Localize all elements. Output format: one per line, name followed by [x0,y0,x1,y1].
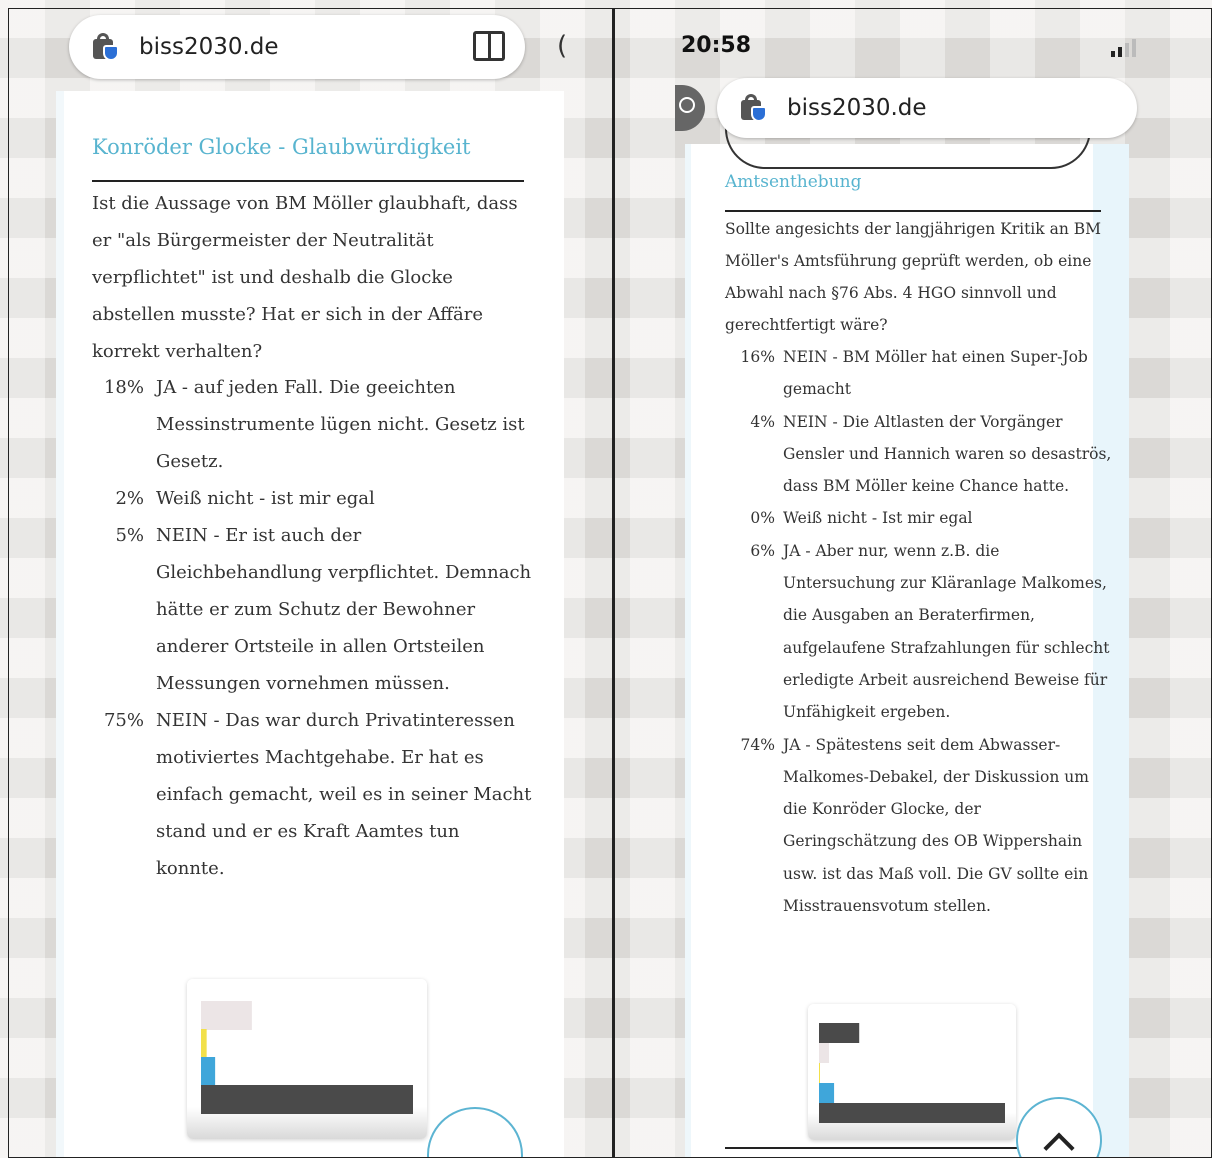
tab-switch-icon[interactable] [675,85,705,131]
results-chart-svg [201,1001,413,1114]
poll-option: 16% NEIN - BM Möller hat einen Super-Job… [725,341,1115,406]
poll-question: Ist die Aussage von BM Möller glaubhaft,… [92,193,518,362]
option-text: NEIN - Er ist auch der Gleichbehandlung … [156,525,532,694]
poll-option: 6% JA - Aber nur, wenn z.B. die Untersuc… [725,535,1115,729]
option-percent: 75% [103,710,144,731]
poll-title: Konröder Glocke - Glaubwürdigkeit [92,135,471,159]
poll-option: 2% Weiß nicht - ist mir egal [92,480,532,517]
menu-icon[interactable]: ( [557,31,567,61]
chart-bar [819,1083,835,1103]
site-lock-icon [93,33,119,61]
signal-icon [1111,39,1136,57]
results-chart-svg [819,1023,1005,1123]
chart-bar [201,1029,207,1058]
poll-option: 74% JA - Spätestens seit dem Abwasser-Ma… [725,729,1115,923]
option-text: Weiß nicht - Ist mir egal [783,509,973,528]
right-screenshot: 20:58 biss2030.de Amtsenthebung Sollte a… [613,8,1212,1158]
divider [725,210,1101,212]
chart-bar [819,1043,830,1063]
poll-results: 18% JA - auf jeden Fall. Die geeichten M… [92,369,532,887]
option-text: Weiß nicht - ist mir egal [156,488,375,509]
option-percent: 2% [115,488,144,509]
url-text: biss2030.de [787,95,927,121]
poll-option: 5% NEIN - Er ist auch der Gleichbehandlu… [92,517,532,702]
results-chart [808,1004,1016,1140]
chart-bar [201,1057,216,1086]
option-percent: 0% [750,509,775,528]
left-screenshot: biss2030.de ( Konröder Glocke - Glaubwür… [8,8,613,1158]
poll-option: 18% JA - auf jeden Fall. Die geeichten M… [92,369,532,480]
divider [725,1147,1017,1149]
chart-bar [819,1063,820,1083]
reader-mode-icon[interactable] [473,31,505,61]
address-bar[interactable]: biss2030.de [69,15,525,79]
poll-results: 16% NEIN - BM Möller hat einen Super-Job… [725,341,1115,922]
option-text: JA - Aber nur, wenn z.B. die Untersuchun… [783,541,1110,722]
chart-bar [819,1103,1005,1123]
url-text: biss2030.de [139,34,279,60]
site-lock-icon [741,94,767,122]
option-percent: 16% [740,348,775,366]
poll-option: 0% Weiß nicht - Ist mir egal [725,502,1115,534]
option-text: NEIN - Die Altlasten der Vorgänger Gensl… [783,412,1112,496]
option-text: NEIN - Das war durch Privatinteressen mo… [156,710,532,879]
option-percent: 6% [750,541,775,560]
chart-bar [819,1023,860,1043]
results-chart [187,979,427,1139]
poll-question: Sollte angesichts der langjährigen Kriti… [725,220,1101,334]
poll-option: 4% NEIN - Die Altlasten der Vorgänger Ge… [725,406,1115,503]
address-bar[interactable]: biss2030.de [717,78,1137,138]
chart-bar [201,1001,252,1030]
chart-bar [201,1085,413,1114]
option-percent: 74% [740,735,775,754]
status-time: 20:58 [681,33,752,58]
option-percent: 4% [750,412,775,431]
option-percent: 18% [103,377,144,398]
poll-option: 75% NEIN - Das war durch Privatinteresse… [92,702,532,887]
option-text: JA - auf jeden Fall. Die geeichten Messi… [156,377,525,472]
option-text: NEIN - BM Möller hat einen Super-Job gem… [783,348,1088,399]
option-percent: 5% [115,525,144,546]
option-text: JA - Spätestens seit dem Abwasser-Malkom… [783,735,1089,916]
divider [92,180,524,182]
poll-title: Amtsenthebung [725,172,862,192]
